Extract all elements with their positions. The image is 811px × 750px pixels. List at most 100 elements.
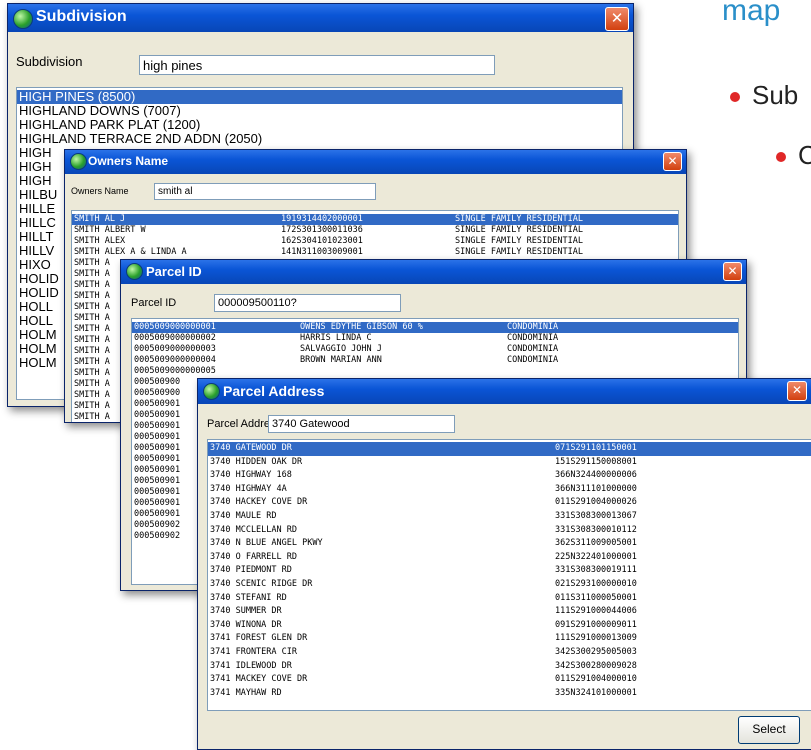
property-type-cell: SINGLE FAMILY RESIDENTIAL — [455, 236, 583, 246]
list-item[interactable]: SMITH AL J 1919314402000001 SINGLE FAMILY … — [72, 214, 678, 225]
list-item[interactable]: 3741 IDLEWOOD DR 342S300280009028 — [208, 660, 811, 674]
address-cell: 3740 N BLUE ANGEL PKWY — [210, 538, 323, 549]
address-list[interactable]: 3740 GATEWOOD DR 071S291101150001 3740 HID… — [207, 439, 811, 711]
list-item[interactable]: 0005009000000005 — [132, 366, 738, 377]
address-cell: 3741 FRONTERA CIR — [210, 646, 297, 657]
subdivision-titlebar[interactable]: Subdivision ✕ — [8, 4, 633, 32]
list-item[interactable]: SMITH ALEX A & LINDA A 141N311003009001 SI… — [72, 247, 678, 258]
owner-name-cell: SMITH A — [74, 302, 110, 312]
list-item[interactable]: 3740 HIGHWAY 168 366N324400000006 — [208, 469, 811, 483]
parcel-id-cell: 000500901 — [134, 509, 181, 519]
slide-bullet-2: C — [776, 140, 811, 171]
parcel-id-cell: 151S291150008001 — [555, 456, 637, 467]
close-button[interactable]: ✕ — [723, 262, 742, 281]
parcel-label: Parcel ID — [131, 297, 177, 309]
list-item[interactable]: 3740 N BLUE ANGEL PKWY 362S311009005001 — [208, 537, 811, 551]
parcel-id-cell: 000500901 — [134, 454, 181, 464]
address-cell: 3740 O FARRELL RD — [210, 551, 297, 562]
parcel-id-cell: 162S304101023001 — [281, 236, 363, 246]
address-input[interactable]: 3740 Gatewood — [268, 415, 455, 433]
parcel-id-cell: 000500902 — [134, 520, 181, 530]
list-item[interactable]: 3740 HIGHWAY 4A 366N311101000000 — [208, 483, 811, 497]
parcel-id-cell: 111S291000013009 — [555, 633, 637, 644]
address-window: Parcel Address ✕ Parcel Address 3740 Gat… — [197, 378, 811, 750]
owner-name-cell: SALVAGGIO JOHN J — [300, 344, 382, 354]
list-item[interactable]: 3740 MCCLELLAN RD 331S308300010112 — [208, 524, 811, 538]
list-item[interactable]: HIGHLAND PARK PLAT (1200) — [17, 118, 622, 132]
property-type-cell: SINGLE FAMILY RESIDENTIAL — [455, 225, 583, 235]
list-item[interactable]: 0005009000000001 OWENS EDYTHE GIBSON 60 %… — [132, 322, 738, 333]
parcel-id-cell: 000500901 — [134, 443, 181, 453]
list-item[interactable]: HIGHLAND TERRACE 2ND ADDN (2050) — [17, 132, 622, 146]
address-cell: 3740 HACKEY COVE DR — [210, 497, 308, 508]
list-item[interactable]: 3741 FOREST GLEN DR 111S291000013009 — [208, 632, 811, 646]
list-item[interactable]: 3740 HACKEY COVE DR 011S291004000026 — [208, 496, 811, 510]
parcel-id-cell: 225N322401000001 — [555, 551, 637, 562]
list-item[interactable]: 0005009000000002 HARRIS LINDA C CONDOMINIA — [132, 333, 738, 344]
address-cell: 3740 HIDDEN OAK DR — [210, 456, 303, 467]
parcel-id-cell: 000500901 — [134, 399, 181, 409]
list-item[interactable]: 3741 MACKEY COVE DR 011S291004000010 — [208, 673, 811, 687]
list-item[interactable]: 3740 PIEDMONT RD 331S308300019111 — [208, 564, 811, 578]
parcel-id-cell: 000500901 — [134, 476, 181, 486]
parcel-id-cell: 000500900 — [134, 388, 181, 398]
owner-name-cell: SMITH A — [74, 379, 110, 389]
address-cell: 3740 MCCLELLAN RD — [210, 524, 297, 535]
parcel-id-cell: 0005009000000002 — [134, 333, 216, 343]
bullet-dot — [776, 152, 786, 163]
list-item[interactable]: HIGHLAND DOWNS (7007) — [17, 104, 622, 118]
list-item[interactable]: 3740 MAULE RD 331S308300013067 — [208, 510, 811, 524]
property-type-cell: CONDOMINIA — [507, 322, 559, 332]
list-item[interactable]: 3740 HIDDEN OAK DR 151S291150008001 — [208, 456, 811, 470]
list-item[interactable]: HIGH PINES (8500) — [17, 90, 622, 104]
list-item[interactable]: 3740 STEFANI RD 011S311000050001 — [208, 592, 811, 606]
list-item[interactable]: 3740 SUMMER DR 111S291000044006 — [208, 605, 811, 619]
parcel-titlebar[interactable]: Parcel ID ✕ — [121, 260, 746, 284]
parcel-id-cell: 172S301300011036 — [281, 225, 363, 235]
address-titlebar[interactable]: Parcel Address ✕ — [198, 379, 811, 404]
owner-name-cell: SMITH A — [74, 412, 110, 422]
list-item[interactable]: 3741 FRONTERA CIR 342S300295005003 — [208, 646, 811, 660]
list-item[interactable]: 0005009000000004 BROWN MARIAN ANN CONDOMIN… — [132, 355, 738, 366]
parcel-id-cell: 335N324101000001 — [555, 687, 637, 698]
list-item[interactable]: 3740 O FARRELL RD 225N322401000001 — [208, 551, 811, 565]
list-item[interactable]: SMITH ALEX 162S304101023001 SINGLE FAMILY … — [72, 236, 678, 247]
owner-name-cell: SMITH A — [74, 401, 110, 411]
owner-name-cell: SMITH A — [74, 357, 110, 367]
parcel-id-cell: 111S291000044006 — [555, 606, 637, 617]
list-item[interactable]: 3740 WINONA DR 091S291000009011 — [208, 619, 811, 633]
property-type-cell: CONDOMINIA — [507, 344, 559, 354]
parcel-id-cell: 000500901 — [134, 487, 181, 497]
parcel-id-cell: 366N311101000000 — [555, 483, 637, 494]
address-cell: 3740 STEFANI RD — [210, 592, 287, 603]
list-item[interactable]: 3740 GATEWOOD DR 071S291101150001 — [208, 442, 811, 456]
window-title: Parcel ID — [146, 264, 202, 279]
address-cell: 3740 SUMMER DR — [210, 606, 282, 617]
close-button[interactable]: ✕ — [663, 152, 682, 171]
owners-titlebar[interactable]: Owners Name ✕ — [65, 150, 686, 174]
list-item[interactable]: 3741 MAYHAW RD 335N324101000001 — [208, 687, 811, 701]
parcel-id-cell: 000500901 — [134, 465, 181, 475]
subdivision-input[interactable]: high pines — [139, 55, 495, 75]
parcel-id-cell: 331S308300013067 — [555, 510, 637, 521]
close-button[interactable]: ✕ — [787, 381, 807, 401]
parcel-id-cell: 331S308300010112 — [555, 524, 637, 535]
list-item[interactable]: 0005009000000003 SALVAGGIO JOHN J CONDOMIN… — [132, 344, 738, 355]
owners-input[interactable]: smith al — [154, 183, 376, 200]
parcel-id-cell: 000500901 — [134, 432, 181, 442]
owners-label: Owners Name — [71, 186, 129, 196]
parcel-id-cell: 021S293100000010 — [555, 578, 637, 589]
property-type-cell: SINGLE FAMILY RESIDENTIAL — [455, 247, 583, 257]
parcel-id-cell: 011S311000050001 — [555, 592, 637, 603]
owner-name-cell: SMITH A — [74, 368, 110, 378]
list-item[interactable]: 3740 SCENIC RIDGE DR 021S293100000010 — [208, 578, 811, 592]
owner-name-cell: SMITH A — [74, 280, 110, 290]
list-item[interactable]: SMITH ALBERT W 172S301300011036 SINGLE FAM… — [72, 225, 678, 236]
address-cell: 3741 MACKEY COVE DR — [210, 674, 308, 685]
address-cell: 3740 WINONA DR — [210, 619, 282, 630]
parcel-input[interactable]: 000009500110? — [214, 294, 401, 312]
close-button[interactable]: ✕ — [605, 7, 629, 31]
owner-name-cell: HARRIS LINDA C — [300, 333, 372, 343]
parcel-id-cell: 366N324400000006 — [555, 470, 637, 481]
select-button[interactable]: Select — [738, 716, 800, 744]
